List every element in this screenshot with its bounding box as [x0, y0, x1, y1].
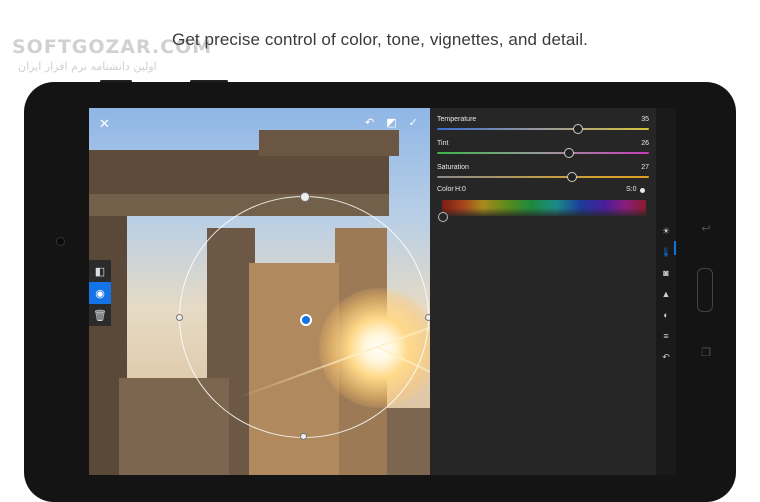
camera-icon: [56, 237, 65, 246]
temperature-value: 35: [641, 116, 649, 123]
mask-icon[interactable]: ◧: [89, 260, 111, 282]
back-button-icon[interactable]: ↩: [699, 222, 713, 236]
crop-icon[interactable]: ◩: [386, 116, 396, 129]
trash-icon[interactable]: 🗑: [89, 304, 111, 326]
entablature: [89, 150, 389, 198]
right-tool-rail: ☀ 🌡 ◙ ▲ ◐ ≡ ↶: [656, 108, 676, 475]
geometry-icon[interactable]: ≡: [656, 331, 676, 341]
light-icon[interactable]: ☀: [656, 226, 676, 237]
photo-canvas[interactable]: ✕ ↶ ◩ ✓ ◧ ◉ 🗑: [89, 108, 430, 475]
temperature-track[interactable]: [437, 128, 649, 130]
radial-handle-left[interactable]: [176, 314, 183, 321]
tint-track[interactable]: [437, 152, 649, 154]
saturation-track[interactable]: [437, 176, 649, 178]
upper-cornice: [259, 130, 399, 156]
reset-icon[interactable]: ↶: [656, 352, 676, 363]
detail-icon[interactable]: ▲: [656, 289, 676, 299]
saturation-label: Saturation: [437, 164, 469, 171]
radial-handle-top[interactable]: [300, 192, 310, 202]
saturation-thumb[interactable]: [566, 172, 577, 182]
saturation-value: 27: [641, 164, 649, 171]
editor-screen: ✕ ↶ ◩ ✓ ◧ ◉ 🗑 Temperature 35 Tint 26 Sat…: [89, 108, 676, 475]
tint-thumb[interactable]: [564, 148, 575, 158]
ruins-right: [387, 408, 430, 475]
optics-icon[interactable]: ◐: [656, 310, 676, 320]
close-icon[interactable]: ✕: [99, 116, 110, 132]
hue-picker-fade: [442, 208, 646, 218]
watermark-tagline: اولین دانشنامه نرم افزار ایران: [18, 60, 157, 73]
radial-center-pin[interactable]: [300, 314, 312, 326]
hue-readout: H:0: [455, 186, 466, 193]
color-thermometer-icon[interactable]: 🌡: [656, 247, 676, 258]
checkmark-icon[interactable]: ✓: [409, 116, 418, 129]
saturation-readout: S:0: [626, 186, 637, 193]
color-picker-ring[interactable]: [438, 212, 448, 222]
color-options-dot[interactable]: [640, 188, 645, 193]
left-tool-strip: ◧ ◉ 🗑: [89, 260, 111, 326]
temperature-label: Temperature: [437, 116, 477, 123]
adjustment-panel: Temperature 35 Tint 26 Saturation 27 Col…: [430, 108, 656, 475]
recents-button-icon[interactable]: ❐: [699, 346, 713, 360]
tint-label: Tint: [437, 140, 449, 147]
color-label: Color: [437, 186, 454, 193]
home-button[interactable]: [697, 268, 713, 312]
radial-handle-bottom[interactable]: [300, 433, 307, 440]
headline: Get precise control of color, tone, vign…: [172, 30, 588, 49]
top-toolbar: ↶ ◩ ✓: [365, 116, 418, 129]
undo-icon[interactable]: ↶: [365, 116, 374, 129]
temperature-thumb[interactable]: [572, 124, 583, 134]
radial-filter-icon[interactable]: ◉: [89, 282, 111, 304]
vignette-icon[interactable]: ◙: [656, 268, 676, 278]
tint-value: 26: [641, 140, 649, 147]
